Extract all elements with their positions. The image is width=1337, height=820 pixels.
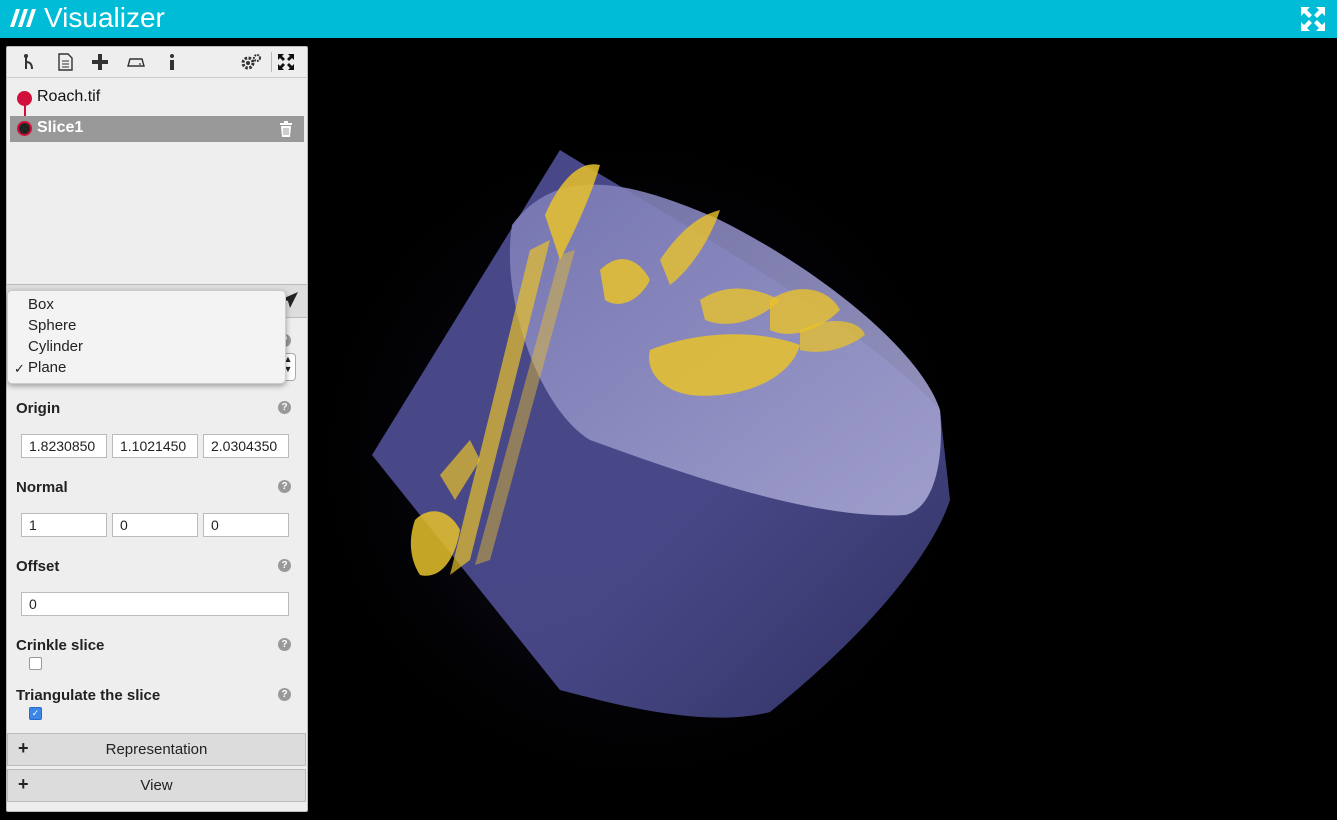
crinkle-label: Crinkle slice xyxy=(16,637,105,654)
origin-label: Origin xyxy=(16,400,61,417)
app-title: Visualizer xyxy=(44,2,165,33)
offset-label: Offset xyxy=(16,558,60,575)
normal-label: Normal xyxy=(16,479,68,496)
representation-section[interactable]: + Representation xyxy=(7,733,306,766)
toolbar-separator xyxy=(271,52,272,72)
info-icon[interactable] xyxy=(163,53,181,71)
help-icon[interactable]: ? xyxy=(278,480,291,493)
help-icon[interactable]: ? xyxy=(278,401,291,414)
slice-type-dropdown[interactable]: Box Sphere Cylinder ✓ Plane xyxy=(7,290,286,384)
help-icon[interactable]: ? xyxy=(278,559,291,572)
add-icon[interactable] xyxy=(91,53,109,71)
help-icon[interactable]: ? xyxy=(278,638,291,651)
check-icon: ✓ xyxy=(14,361,25,376)
normal-x-input[interactable] xyxy=(21,513,107,537)
view-section[interactable]: + View xyxy=(7,769,306,802)
app-logo-icon xyxy=(10,9,36,27)
dropdown-option-cylinder[interactable]: Cylinder xyxy=(28,338,83,355)
visibility-toggle-slice[interactable] xyxy=(17,121,32,136)
settings-icon[interactable] xyxy=(240,53,262,71)
dropdown-option-sphere[interactable]: Sphere xyxy=(28,317,76,334)
control-panel: Roach.tif Slice1 Box Sphere Cylinder ✓ P… xyxy=(6,46,308,812)
top-bar: Visualizer xyxy=(0,0,1337,38)
normal-z-input[interactable] xyxy=(203,513,289,537)
file-icon[interactable] xyxy=(56,53,74,71)
help-icon[interactable]: ? xyxy=(278,688,291,701)
trash-icon[interactable] xyxy=(279,121,293,137)
triangulate-checkbox[interactable]: ✓ xyxy=(29,707,42,720)
dropdown-option-box[interactable]: Box xyxy=(28,296,54,313)
panel-toolbar xyxy=(7,47,307,78)
normal-y-input[interactable] xyxy=(112,513,198,537)
origin-x-input[interactable] xyxy=(21,434,107,458)
visibility-toggle-roach[interactable] xyxy=(17,91,32,106)
pipeline-item-slice[interactable]: Slice1 xyxy=(37,119,83,137)
offset-input[interactable] xyxy=(21,592,289,616)
origin-z-input[interactable] xyxy=(203,434,289,458)
pipeline-item-roach[interactable]: Roach.tif xyxy=(37,88,100,106)
view-title: View xyxy=(140,777,173,794)
crinkle-checkbox[interactable] xyxy=(29,657,42,670)
pipeline-icon[interactable] xyxy=(21,53,39,71)
collapse-icon[interactable] xyxy=(277,53,295,71)
origin-y-input[interactable] xyxy=(112,434,198,458)
representation-title: Representation xyxy=(105,741,208,758)
triangulate-label: Triangulate the slice xyxy=(16,687,161,704)
storage-icon[interactable] xyxy=(127,53,145,71)
fullscreen-icon[interactable] xyxy=(1299,5,1327,33)
pipeline-browser: Roach.tif Slice1 xyxy=(7,78,307,284)
dropdown-option-plane[interactable]: Plane xyxy=(28,359,66,376)
